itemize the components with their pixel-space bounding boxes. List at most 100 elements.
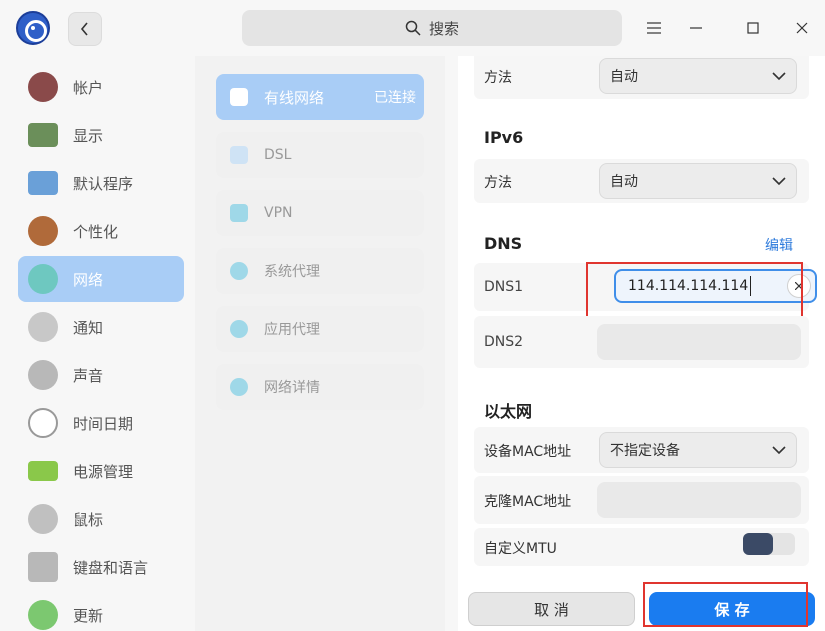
minimize-button[interactable] [684,16,708,40]
dns2-row: DNS2 [474,316,809,368]
system-proxy-icon [230,262,248,280]
title-bar: 搜索 [0,0,825,56]
clone-mac-label: 克隆MAC地址 [484,494,572,510]
sidebar-item-label: 帐户 [73,78,104,97]
clone-mac-row: 克隆MAC地址 [474,476,809,524]
sidebar-item-label: 时间日期 [73,414,134,433]
speaker-icon [28,360,58,390]
vpn-icon [230,204,248,222]
mac-value: 不指定设备 [610,443,680,459]
sidebar-item-label: 网络 [73,270,104,289]
sidebar-item-label: 电源管理 [73,462,134,481]
dns2-label: DNS2 [484,334,524,350]
sidebar-item-power[interactable]: 电源管理 [18,448,184,494]
app-proxy-icon [230,320,248,338]
sidebar-item-network[interactable]: 网络 [18,256,184,302]
search-box[interactable]: 搜索 [242,10,622,46]
save-highlight-box [643,582,808,627]
network-item-system-proxy[interactable]: 系统代理 [216,248,424,294]
network-item-label: DSL [264,147,292,163]
search-placeholder: 搜索 [428,19,459,38]
mtu-toggle[interactable] [743,533,795,555]
chevron-left-icon [80,22,88,36]
wired-icon [230,88,248,106]
network-item-details[interactable]: 网络详情 [216,364,424,410]
back-button[interactable] [68,12,102,46]
sidebar-item-keyboard[interactable]: 键盘和语言 [18,544,184,590]
menu-icon [647,22,661,34]
sidebar-item-mouse[interactable]: 鼠标 [18,496,184,542]
mac-select[interactable]: 不指定设备 [599,432,797,468]
palette-icon [28,216,58,246]
cancel-button[interactable]: 取 消 [468,592,635,626]
sidebar: 帐户 显示 默认程序 个性化 网络 通知 声音 时间日期 电源管理 鼠标 键盘和… [0,56,195,631]
ipv6-method-value: 自动 [610,174,638,190]
network-item-vpn[interactable]: VPN [216,190,424,236]
sidebar-item-update[interactable]: 更新 [18,592,184,631]
maximize-icon [747,22,759,34]
ipv4-method-label: 方法 [484,70,512,86]
menu-button[interactable] [642,16,666,40]
close-button[interactable] [790,16,814,40]
network-item-label: VPN [264,205,293,221]
dns-edit-link[interactable]: 编辑 [765,235,793,255]
dns1-highlight-box [586,262,803,320]
chevron-down-icon [772,446,786,455]
network-item-dsl[interactable]: DSL [216,132,424,178]
network-item-wired[interactable]: 有线网络 已连接 [216,74,424,120]
default-apps-icon [28,171,58,195]
sidebar-item-datetime[interactable]: 时间日期 [18,400,184,446]
maximize-button[interactable] [741,16,765,40]
dns1-label: DNS1 [484,279,524,295]
clone-mac-input[interactable] [597,482,801,518]
sidebar-item-label: 更新 [73,606,104,625]
network-item-label: 有线网络 [264,88,325,107]
display-icon [28,123,58,147]
chevron-down-icon [772,177,786,186]
account-icon [28,72,58,102]
battery-icon [28,461,58,481]
network-status: 已连接 [374,90,416,106]
network-item-label: 网络详情 [264,380,320,396]
network-item-app-proxy[interactable]: 应用代理 [216,306,424,352]
dsl-icon [230,146,248,164]
sidebar-item-display[interactable]: 显示 [18,112,184,158]
sidebar-item-label: 显示 [73,126,104,145]
ipv4-method-value: 自动 [610,69,638,85]
ipv6-title: IPv6 [484,128,524,147]
ipv4-method-select[interactable]: 自动 [599,58,797,94]
sidebar-item-label: 键盘和语言 [73,558,149,577]
sidebar-item-default-apps[interactable]: 默认程序 [18,160,184,206]
network-list-panel: 有线网络 已连接 DSL VPN 系统代理 应用代理 网络详情 [195,56,445,631]
network-item-label: 系统代理 [264,264,320,280]
mtu-row: 自定义MTU [474,528,809,566]
search-icon [405,20,421,36]
app-logo-icon [16,11,50,45]
network-icon [28,264,58,294]
mac-label: 设备MAC地址 [484,444,572,460]
close-icon [796,22,808,34]
sidebar-item-personalization[interactable]: 个性化 [18,208,184,254]
info-icon [230,378,248,396]
dns-title: DNS [484,234,523,253]
sidebar-item-account[interactable]: 帐户 [18,64,184,110]
sidebar-item-notification[interactable]: 通知 [18,304,184,350]
toggle-knob [743,533,773,555]
clock-icon [28,408,58,438]
sidebar-item-label: 默认程序 [73,174,134,193]
sidebar-item-sound[interactable]: 声音 [18,352,184,398]
keyboard-icon [28,552,58,582]
ipv6-method-label: 方法 [484,175,512,191]
ethernet-title: 以太网 [484,402,533,421]
ipv6-method-select[interactable]: 自动 [599,163,797,199]
bell-icon [28,312,58,342]
ipv4-method-row: 方法 自动 [474,56,809,99]
minimize-icon [690,27,702,29]
mtu-label: 自定义MTU [484,541,557,557]
chevron-down-icon [772,72,786,81]
dns2-input[interactable] [597,324,801,360]
settings-panel: 方法 自动 IPv6 方法 自动 DNS 编辑 DNS1 114.114.114… [458,56,825,631]
sidebar-item-label: 通知 [73,318,104,337]
network-item-label: 应用代理 [264,322,320,338]
sidebar-item-label: 个性化 [73,222,119,241]
